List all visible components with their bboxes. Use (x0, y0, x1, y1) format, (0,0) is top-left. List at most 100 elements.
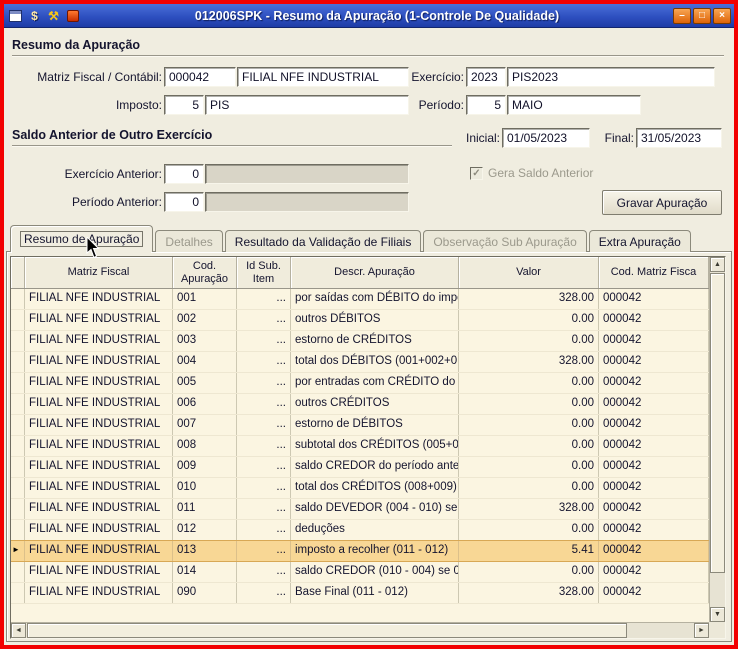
cell-cod_matriz: 000042 (599, 394, 709, 414)
gravar-apuracao-button[interactable]: Gravar Apuração (602, 190, 722, 215)
periodo-anterior-field[interactable] (164, 192, 204, 212)
table-row[interactable]: FILIAL NFE INDUSTRIAL011...saldo DEVEDOR… (11, 499, 709, 520)
row-indicator (11, 499, 25, 519)
row-indicator (11, 310, 25, 330)
scroll-right-button[interactable]: ► (694, 623, 709, 638)
matriz-code-field[interactable] (164, 67, 236, 87)
cell-descr: estorno de CRÉDITOS (291, 331, 459, 351)
exercicio-anterior-label: Exercício Anterior: (12, 167, 162, 181)
final-date-field[interactable] (636, 128, 722, 148)
table-row[interactable]: FILIAL NFE INDUSTRIAL001...por saídas co… (11, 289, 709, 310)
scroll-left-button[interactable]: ◄ (11, 623, 26, 638)
grid-header-valor[interactable]: Valor (459, 257, 599, 288)
row-indicator (11, 394, 25, 414)
cell-id_sub: ... (237, 289, 291, 309)
periodo-anterior-name-field (205, 192, 409, 212)
cell-id_sub: ... (237, 352, 291, 372)
imposto-name-field[interactable] (205, 95, 409, 115)
cell-cod: 012 (173, 520, 237, 540)
table-row[interactable]: FILIAL NFE INDUSTRIAL004...total dos DÉB… (11, 352, 709, 373)
exercicio-code-field[interactable] (466, 67, 506, 87)
tab-resultado-validacao-filiais[interactable]: Resultado da Validação de Filiais (225, 230, 422, 252)
row-indicator (11, 562, 25, 582)
row-indicator (11, 373, 25, 393)
cell-matriz: FILIAL NFE INDUSTRIAL (25, 436, 173, 456)
table-row[interactable]: FILIAL NFE INDUSTRIAL002...outros DÉBITO… (11, 310, 709, 331)
table-row[interactable]: FILIAL NFE INDUSTRIAL012...deduções0.000… (11, 520, 709, 541)
table-row[interactable]: FILIAL NFE INDUSTRIAL003...estorno de CR… (11, 331, 709, 352)
table-row[interactable]: FILIAL NFE INDUSTRIAL009...saldo CREDOR … (11, 457, 709, 478)
cell-matriz: FILIAL NFE INDUSTRIAL (25, 289, 173, 309)
exercicio-anterior-name-field (205, 164, 409, 184)
table-row[interactable]: FILIAL NFE INDUSTRIAL005...por entradas … (11, 373, 709, 394)
close-button[interactable]: × (713, 8, 731, 24)
table-row[interactable]: ►FILIAL NFE INDUSTRIAL013...imposto a re… (11, 540, 709, 562)
table-row[interactable]: FILIAL NFE INDUSTRIAL006...outros CRÉDIT… (11, 394, 709, 415)
cell-descr: saldo DEVEDOR (004 - 010) se 0 (291, 499, 459, 519)
inicial-date-field[interactable] (502, 128, 590, 148)
vertical-scroll-thumb[interactable] (710, 273, 725, 573)
matriz-name-field[interactable] (237, 67, 409, 87)
table-row[interactable]: FILIAL NFE INDUSTRIAL007...estorno de DÉ… (11, 415, 709, 436)
table-row[interactable]: FILIAL NFE INDUSTRIAL014...saldo CREDOR … (11, 562, 709, 583)
grid-header-id_sub[interactable]: Id Sub. Item (237, 257, 291, 288)
cell-matriz: FILIAL NFE INDUSTRIAL (25, 394, 173, 414)
cell-descr: outros DÉBITOS (291, 310, 459, 330)
cell-valor: 0.00 (459, 436, 599, 456)
grid-header-matriz[interactable]: Matriz Fiscal (25, 257, 173, 288)
apuracao-grid: Matriz FiscalCod. ApuraçãoId Sub. ItemDe… (10, 256, 726, 639)
cell-id_sub: ... (237, 457, 291, 477)
periodo-code-field[interactable] (466, 95, 506, 115)
horizontal-scroll-thumb[interactable] (27, 623, 627, 638)
maximize-button[interactable]: □ (693, 8, 711, 24)
tab-resumo-de-apuracao[interactable]: Resumo de Apuração (10, 225, 153, 252)
cell-cod_matriz: 000042 (599, 352, 709, 372)
cell-valor: 0.00 (459, 310, 599, 330)
cell-id_sub: ... (237, 436, 291, 456)
cell-cod_matriz: 000042 (599, 520, 709, 540)
exercicio-name-field[interactable] (507, 67, 715, 87)
cell-valor: 328.00 (459, 289, 599, 309)
tab-label: Resultado da Validação de Filiais (235, 235, 412, 249)
periodo-name-field[interactable] (507, 95, 641, 115)
exercicio-anterior-field[interactable] (164, 164, 204, 184)
cell-id_sub: ... (237, 562, 291, 582)
package-icon (64, 8, 81, 24)
cell-id_sub: ... (237, 478, 291, 498)
cell-valor: 0.00 (459, 394, 599, 414)
cell-cod: 006 (173, 394, 237, 414)
cell-cod_matriz: 000042 (599, 457, 709, 477)
cell-matriz: FILIAL NFE INDUSTRIAL (25, 520, 173, 540)
cell-matriz: FILIAL NFE INDUSTRIAL (25, 310, 173, 330)
cell-descr: imposto a recolher (011 - 012) (291, 541, 459, 561)
scroll-up-button[interactable]: ▲ (710, 257, 725, 272)
section-saldo-title: Saldo Anterior de Outro Exercício (12, 128, 212, 142)
app-window: $ ⚒ 012006SPK - Resumo da Apuração (1-Co… (0, 0, 738, 649)
gera-saldo-checkbox: ✓ (470, 167, 483, 180)
vertical-scrollbar[interactable]: ▲ ▼ (709, 257, 725, 622)
cell-cod_matriz: 000042 (599, 415, 709, 435)
cell-cod: 001 (173, 289, 237, 309)
tab-detalhes: Detalhes (155, 230, 222, 252)
tab-label: Detalhes (165, 235, 212, 249)
table-row[interactable]: FILIAL NFE INDUSTRIAL010...total dos CRÉ… (11, 478, 709, 499)
grid-header-cod[interactable]: Cod. Apuração (173, 257, 237, 288)
tab-extra-apuracao[interactable]: Extra Apuração (589, 230, 691, 252)
cell-cod_matriz: 000042 (599, 436, 709, 456)
table-row[interactable]: FILIAL NFE INDUSTRIAL008...subtotal dos … (11, 436, 709, 457)
section-divider (12, 55, 724, 57)
grid-header-cod_matriz[interactable]: Cod. Matriz Fisca (599, 257, 709, 288)
minimize-button[interactable]: – (673, 8, 691, 24)
scroll-down-button[interactable]: ▼ (710, 607, 725, 622)
wrench-icon: ⚒ (45, 8, 62, 24)
cell-cod_matriz: 000042 (599, 373, 709, 393)
cell-matriz: FILIAL NFE INDUSTRIAL (25, 331, 173, 351)
row-indicator (11, 457, 25, 477)
horizontal-scrollbar[interactable]: ◄ ► (11, 622, 709, 638)
cell-descr: outros CRÉDITOS (291, 394, 459, 414)
grid-header-descr[interactable]: Descr. Apuração (291, 257, 459, 288)
cell-cod: 005 (173, 373, 237, 393)
table-row[interactable]: FILIAL NFE INDUSTRIAL090...Base Final (0… (11, 583, 709, 604)
cell-matriz: FILIAL NFE INDUSTRIAL (25, 373, 173, 393)
imposto-code-field[interactable] (164, 95, 204, 115)
